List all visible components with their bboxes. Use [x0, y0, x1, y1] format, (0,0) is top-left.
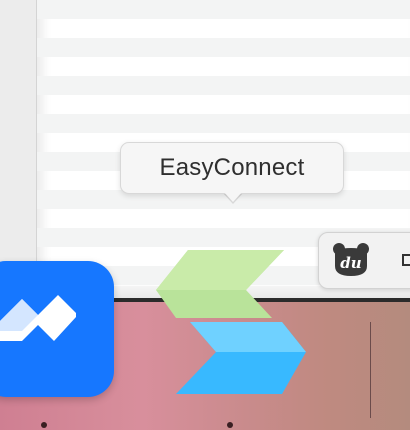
baidu-du-icon[interactable]: du: [331, 240, 371, 278]
list-row[interactable]: [37, 0, 410, 19]
sidebar-panel: [0, 0, 37, 300]
running-indicator-dot: [41, 422, 47, 428]
list-row[interactable]: [37, 76, 410, 95]
list-row[interactable]: [37, 114, 410, 133]
tooltip-arrow: [223, 191, 243, 202]
easyconnect-app-icon[interactable]: [150, 248, 310, 396]
blue-chevrons-glyph: [0, 295, 76, 341]
status-bar-overflow-icon: [402, 254, 410, 266]
du-icon-label: du: [340, 254, 361, 272]
list-row[interactable]: [37, 38, 410, 57]
tooltip-label: EasyConnect: [159, 154, 305, 181]
app-name-tooltip: EasyConnect: [120, 142, 344, 194]
running-indicator-dot: [227, 422, 233, 428]
feishu-app-icon[interactable]: [0, 261, 114, 397]
dock-separator: [370, 322, 371, 418]
